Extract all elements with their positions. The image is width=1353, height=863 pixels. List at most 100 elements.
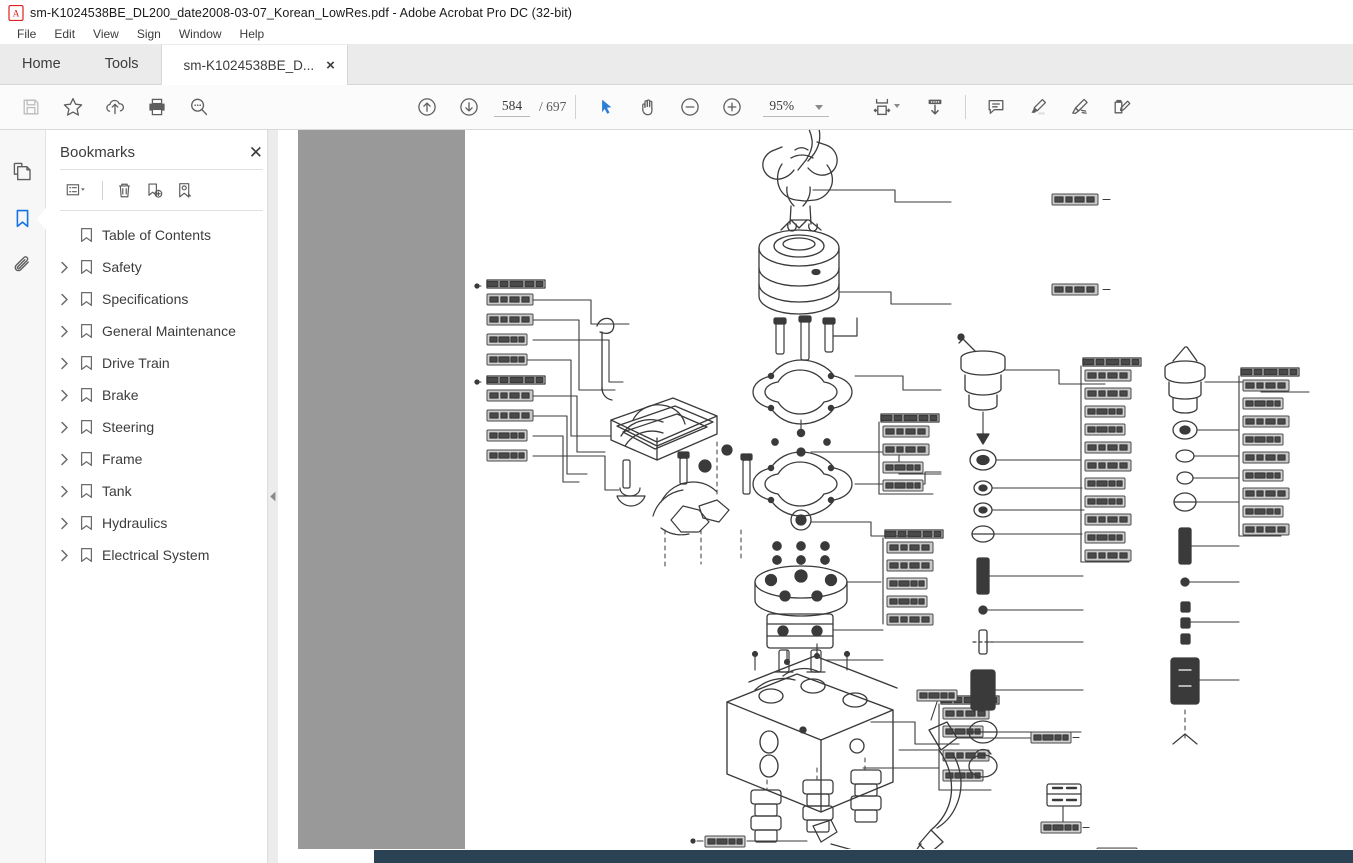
print-file-icon[interactable] — [136, 87, 178, 127]
chevron-left-icon — [270, 491, 276, 502]
add-to-favorites-icon[interactable] — [52, 87, 94, 127]
delete-bookmark-icon[interactable] — [109, 177, 139, 203]
toolbar-center-group: / 697 — [406, 87, 830, 127]
attachments-icon[interactable] — [0, 242, 45, 289]
fill-and-sign-icon[interactable] — [1101, 87, 1143, 127]
bookmarks-icon[interactable] — [0, 195, 45, 242]
bookmarks-toolbar-divider — [102, 180, 103, 200]
add-comment-icon[interactable] — [975, 87, 1017, 127]
bookmark-item-brake[interactable]: Brake — [46, 379, 277, 411]
highlight-text-icon[interactable] — [1017, 87, 1059, 127]
menu-file[interactable]: File — [8, 25, 45, 44]
page-total-label: / 697 — [539, 99, 567, 114]
chevron-right-icon[interactable] — [54, 357, 74, 370]
horizontal-scrollbar[interactable] — [278, 849, 1353, 863]
search-document-icon[interactable] — [178, 87, 220, 127]
bookmarks-panel-header: Bookmarks ✕ — [46, 130, 277, 169]
tab-home-label: Home — [22, 56, 61, 72]
toolbar-left-group — [0, 87, 220, 127]
svg-text:A: A — [13, 9, 20, 19]
previous-page-icon[interactable] — [406, 87, 448, 127]
menu-view[interactable]: View — [84, 25, 128, 44]
bookmark-label: Specifications — [102, 291, 189, 307]
menu-help[interactable]: Help — [231, 25, 274, 44]
bookmark-icon — [74, 419, 98, 435]
main-toolbar: / 697 — [0, 85, 1353, 130]
close-icon[interactable]: × — [326, 58, 335, 73]
window-title: sm-K1024538BE_DL200_date2008-03-07_Korea… — [30, 5, 573, 20]
bookmarks-panel-title: Bookmarks — [60, 144, 136, 161]
zoom-level-dropdown[interactable]: 95% — [763, 97, 830, 117]
close-icon[interactable]: ✕ — [249, 144, 263, 161]
horizontal-scrollbar-thumb[interactable] — [374, 850, 1353, 863]
select-tool-icon[interactable] — [585, 87, 627, 127]
save-file-icon[interactable] — [10, 87, 52, 127]
navigation-rail — [0, 130, 46, 863]
bookmarks-tree: Table of Contents Safety Specifications … — [46, 211, 277, 863]
bookmark-label: Electrical System — [102, 547, 210, 563]
page-number-field-wrap: / 697 — [494, 97, 566, 117]
page-thumbnails-icon[interactable] — [0, 148, 45, 195]
exploded-parts-diagram — [465, 130, 1353, 849]
chevron-right-icon[interactable] — [54, 389, 74, 402]
bookmark-icon — [74, 259, 98, 275]
bookmark-item-table-of-contents[interactable]: Table of Contents — [46, 219, 277, 251]
menu-sign[interactable]: Sign — [128, 25, 170, 44]
zoom-out-icon[interactable] — [669, 87, 711, 127]
menu-window[interactable]: Window — [170, 25, 231, 44]
toolbar-divider-1 — [575, 95, 577, 119]
menu-edit[interactable]: Edit — [45, 25, 84, 44]
chevron-right-icon[interactable] — [54, 549, 74, 562]
app-body: Bookmarks ✕ Table of Contents Safety Spe… — [0, 130, 1353, 863]
bookmarks-panel: Bookmarks ✕ Table of Contents Safety Spe… — [46, 130, 278, 863]
tab-strip: Home Tools sm-K1024538BE_D... × — [0, 44, 1353, 85]
scroll-mode-icon[interactable] — [914, 87, 956, 127]
find-bookmark-icon[interactable] — [169, 177, 199, 203]
chevron-right-icon[interactable] — [54, 485, 74, 498]
page-number-input[interactable] — [494, 97, 530, 117]
tab-document[interactable]: sm-K1024538BE_D... × — [160, 45, 348, 85]
chevron-right-icon[interactable] — [54, 261, 74, 274]
chevron-right-icon[interactable] — [54, 293, 74, 306]
bookmark-icon — [74, 323, 98, 339]
fit-page-chevron-down-icon[interactable] — [894, 104, 900, 108]
bookmark-item-safety[interactable]: Safety — [46, 251, 277, 283]
bookmark-item-general-maintenance[interactable]: General Maintenance — [46, 315, 277, 347]
bookmark-item-specifications[interactable]: Specifications — [46, 283, 277, 315]
bookmark-item-frame[interactable]: Frame — [46, 443, 277, 475]
zoom-level-value: 95% — [769, 97, 795, 113]
bookmark-icon — [74, 291, 98, 307]
draw-freehand-icon[interactable] — [1059, 87, 1101, 127]
bookmark-item-tank[interactable]: Tank — [46, 475, 277, 507]
hand-tool-icon[interactable] — [627, 87, 669, 127]
new-bookmark-icon[interactable] — [139, 177, 169, 203]
viewer-workspace — [278, 130, 1353, 849]
tab-home[interactable]: Home — [0, 44, 83, 84]
title-bar: A sm-K1024538BE_DL200_date2008-03-07_Kor… — [0, 0, 1353, 25]
bookmark-label: General Maintenance — [102, 323, 236, 339]
upload-to-cloud-icon[interactable] — [94, 87, 136, 127]
chevron-right-icon[interactable] — [54, 421, 74, 434]
collapse-panel-handle[interactable] — [267, 130, 278, 863]
chevron-right-icon[interactable] — [54, 453, 74, 466]
bookmark-icon — [74, 483, 98, 499]
bookmark-label: Tank — [102, 483, 132, 499]
bookmark-icon — [74, 451, 98, 467]
tab-tools[interactable]: Tools — [83, 44, 161, 84]
bookmark-label: Drive Train — [102, 355, 170, 371]
chevron-down-icon — [815, 104, 824, 110]
bookmark-label: Hydraulics — [102, 515, 168, 531]
chevron-right-icon[interactable] — [54, 325, 74, 338]
bookmark-item-drive-train[interactable]: Drive Train — [46, 347, 277, 379]
bookmark-item-electrical-system[interactable]: Electrical System — [46, 539, 277, 571]
zoom-in-icon[interactable] — [711, 87, 753, 127]
document-viewer[interactable] — [278, 130, 1353, 863]
bookmark-item-hydraulics[interactable]: Hydraulics — [46, 507, 277, 539]
bookmark-item-steering[interactable]: Steering — [46, 411, 277, 443]
workspace-background — [298, 130, 465, 849]
toolbar-right-group — [866, 87, 1143, 127]
chevron-right-icon[interactable] — [54, 517, 74, 530]
bookmark-options-icon[interactable] — [56, 177, 96, 203]
next-page-icon[interactable] — [448, 87, 490, 127]
pdf-page[interactable] — [465, 130, 1353, 849]
